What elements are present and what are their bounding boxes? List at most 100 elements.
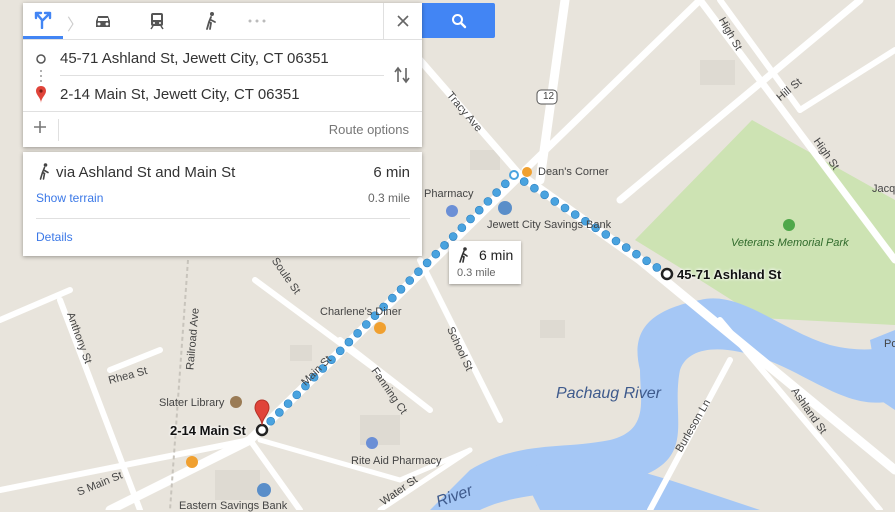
route-options-link[interactable]: Route options bbox=[329, 122, 409, 137]
mode-more[interactable] bbox=[237, 3, 277, 39]
route-title: via Ashland St and Main St bbox=[56, 164, 236, 181]
route-dot bbox=[422, 258, 432, 268]
origin-circle-icon bbox=[36, 54, 46, 64]
destination-input[interactable]: 2-14 Main St, Jewett City, CT 06351 bbox=[60, 86, 300, 103]
route-dot bbox=[632, 249, 641, 259]
origin-marker-icon bbox=[660, 267, 674, 281]
origin-row[interactable]: 45-71 Ashland St, Jewett City, CT 06351 bbox=[23, 48, 422, 74]
pachaug-river-label: Pachaug River bbox=[556, 385, 661, 402]
search-icon bbox=[451, 13, 466, 28]
walking-icon bbox=[39, 163, 49, 180]
directions-icon bbox=[34, 11, 52, 29]
rite-aid-pharmacy-icon bbox=[366, 437, 378, 449]
slater-library-label[interactable]: Slater Library bbox=[159, 397, 224, 409]
walking-icon bbox=[206, 12, 216, 30]
route-dot bbox=[570, 210, 580, 219]
route-connector-dots bbox=[40, 70, 42, 82]
deans-corner-label[interactable]: Dean's Corner bbox=[538, 166, 609, 178]
route-start-point-icon bbox=[509, 170, 519, 180]
route-dot bbox=[361, 320, 371, 329]
savings-bank-label[interactable]: Jewett City Savings Bank bbox=[487, 219, 611, 231]
destination-dot-icon bbox=[255, 423, 269, 437]
search-button[interactable] bbox=[422, 3, 495, 38]
route-dot bbox=[519, 177, 529, 186]
mode-separator-chevron: 〉 bbox=[67, 17, 84, 34]
route-dot bbox=[353, 328, 362, 338]
route-dot bbox=[405, 276, 415, 285]
origin-address-label[interactable]: 45-71 Ashland St bbox=[677, 267, 781, 282]
route-dot bbox=[601, 230, 611, 239]
route-dot bbox=[457, 223, 467, 233]
route-dot bbox=[388, 293, 397, 303]
close-button[interactable] bbox=[383, 3, 422, 39]
route-dot bbox=[431, 249, 441, 259]
close-icon bbox=[397, 15, 409, 27]
walking-icon bbox=[459, 247, 468, 263]
route-dot bbox=[266, 416, 275, 426]
route-dot bbox=[466, 214, 475, 224]
route-dot bbox=[621, 243, 631, 252]
po-label: Po bbox=[884, 338, 895, 350]
directions-panel: 〉 45-71 Ashland St, Jewett City, CT 0635… bbox=[23, 3, 422, 147]
add-destination-button[interactable] bbox=[32, 119, 52, 139]
more-dots-icon bbox=[248, 19, 266, 23]
route-dot bbox=[501, 179, 510, 189]
route-dot bbox=[283, 399, 293, 408]
show-terrain-link[interactable]: Show terrain bbox=[36, 191, 103, 205]
route-duration-tooltip[interactable]: 6 min 0.3 mile bbox=[449, 241, 521, 284]
route-dot bbox=[448, 232, 458, 241]
tooltip-time: 6 min bbox=[479, 247, 514, 263]
destination-address-label[interactable]: 2-14 Main St bbox=[170, 423, 246, 438]
library-icon bbox=[230, 396, 242, 408]
eastern-bank-label[interactable]: Eastern Savings Bank bbox=[179, 500, 287, 512]
swap-arrows-icon bbox=[394, 66, 410, 84]
route-dot bbox=[550, 197, 560, 206]
plus-icon bbox=[34, 121, 46, 133]
veterans-park-label[interactable]: Veterans Memorial Park bbox=[731, 237, 849, 249]
route-12-label: 12 bbox=[543, 91, 555, 102]
route-dot bbox=[275, 408, 284, 417]
pharmacy-icon bbox=[446, 205, 458, 217]
cafe-icon-2 bbox=[186, 456, 198, 468]
eastern-bank-icon bbox=[257, 483, 271, 497]
route-dot bbox=[652, 263, 662, 272]
route-card-divider bbox=[36, 218, 410, 219]
details-link[interactable]: Details bbox=[36, 230, 73, 244]
route-dot bbox=[440, 241, 449, 250]
input-divider bbox=[60, 75, 384, 76]
route-dot bbox=[414, 267, 423, 277]
inputs-bottom-divider bbox=[23, 111, 422, 112]
bank-icon bbox=[498, 201, 512, 215]
options-divider bbox=[58, 119, 59, 141]
route-dot bbox=[611, 236, 621, 246]
mode-driving[interactable] bbox=[83, 3, 123, 39]
pharmacy-label[interactable]: Pharmacy bbox=[424, 188, 474, 200]
route-dot bbox=[396, 285, 406, 294]
destination-row[interactable]: 2-14 Main St, Jewett City, CT 06351 bbox=[23, 84, 422, 110]
charlenes-diner-label[interactable]: Charlene's Diner bbox=[320, 306, 402, 318]
route-dot bbox=[474, 205, 484, 215]
origin-input[interactable]: 45-71 Ashland St, Jewett City, CT 06351 bbox=[60, 50, 329, 67]
rite-aid-label[interactable]: Rite Aid Pharmacy bbox=[351, 455, 441, 467]
route-dot bbox=[530, 183, 539, 193]
route-time: 6 min bbox=[373, 164, 410, 181]
mode-bar-divider bbox=[23, 39, 422, 40]
park-tree-icon bbox=[783, 219, 795, 231]
route-result-card[interactable]: via Ashland St and Main St 6 min 0.3 mil… bbox=[23, 152, 422, 256]
mode-transit[interactable] bbox=[137, 3, 177, 39]
mode-walking[interactable] bbox=[191, 3, 231, 39]
route-dot bbox=[492, 188, 501, 197]
mode-best-route[interactable] bbox=[23, 3, 63, 39]
swap-button[interactable] bbox=[393, 65, 413, 87]
route-dot bbox=[335, 346, 345, 356]
train-icon bbox=[150, 13, 164, 30]
route-dot bbox=[560, 203, 570, 213]
destination-pin-small-icon bbox=[36, 86, 46, 103]
route-dot bbox=[642, 256, 651, 266]
route-dot bbox=[292, 390, 302, 400]
car-icon bbox=[96, 16, 110, 27]
route-dot bbox=[344, 337, 354, 347]
diner-icon bbox=[374, 322, 386, 334]
route-dot bbox=[483, 197, 493, 206]
route-dot bbox=[540, 190, 549, 200]
